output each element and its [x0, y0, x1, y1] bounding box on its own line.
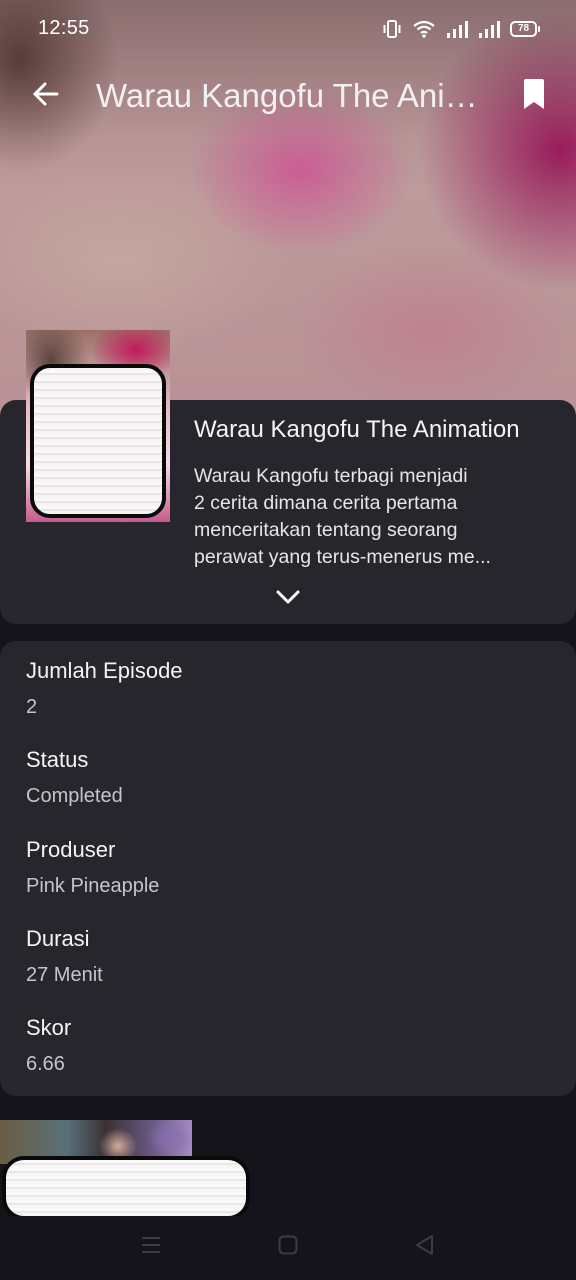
detail-label: Status: [26, 747, 89, 772]
back-triangle-icon: [414, 1234, 434, 1261]
detail-value: Pink Pineapple: [26, 875, 160, 897]
anime-synopsis[interactable]: Warau Kangofu terbagi menjadi 2 cerita d…: [194, 463, 550, 571]
detail-label: Skor: [26, 1015, 72, 1040]
detail-episodes: Jumlah Episode 2: [26, 657, 183, 720]
battery-tip: [538, 26, 540, 32]
status-time: 12:55: [38, 17, 90, 39]
detail-label: Jumlah Episode: [26, 658, 183, 683]
nav-home-button[interactable]: [270, 1232, 306, 1262]
menu-icon: [141, 1236, 161, 1259]
signal-icon: [478, 19, 500, 39]
detail-label: Durasi: [26, 926, 90, 951]
bookmark-icon: [522, 78, 546, 115]
detail-value: 27 Menit: [26, 964, 103, 986]
detail-value: Completed: [26, 785, 123, 807]
anime-poster[interactable]: [26, 330, 170, 522]
synopsis-line: Warau Kangofu terbagi menjadi: [194, 465, 468, 487]
detail-value: 6.66: [26, 1053, 65, 1075]
detail-producer: Produser Pink Pineapple: [26, 836, 159, 899]
expand-synopsis-button[interactable]: [268, 584, 308, 614]
synopsis-line: 2 cerita dimana cerita pertama: [194, 492, 458, 514]
detail-label: Produser: [26, 837, 116, 862]
detail-value: 2: [26, 696, 38, 718]
anime-details-card: Jumlah Episode 2 Status Completed Produs…: [0, 641, 576, 1096]
status-bar: 12:55 78: [0, 0, 576, 58]
nav-back-button[interactable]: [406, 1232, 442, 1262]
chevron-down-icon: [275, 589, 301, 610]
bookmark-button[interactable]: [512, 74, 556, 118]
poster-redaction: [30, 364, 166, 518]
battery-level: 78: [510, 21, 537, 37]
nav-menu-button[interactable]: [133, 1232, 169, 1262]
back-button[interactable]: [22, 74, 70, 118]
related-thumbnail[interactable]: [0, 1120, 250, 1222]
signal-icon: [446, 19, 468, 39]
battery-icon: 78: [510, 21, 540, 37]
arrow-left-icon: [32, 80, 60, 113]
anime-title: Warau Kangofu The Animation: [194, 416, 520, 443]
wifi-icon: [412, 19, 436, 39]
app-bar: Warau Kangofu The Animation: [0, 62, 576, 130]
detail-score: Skor 6.66: [26, 1014, 71, 1077]
vibrate-icon: [382, 19, 402, 39]
anime-detail-screen: 12:55 78 Warau Kangofu The Anima Warau K…: [0, 0, 576, 1280]
system-nav-bar: [0, 1216, 576, 1280]
detail-status: Status Completed: [26, 746, 123, 809]
synopsis-line: perawat yang terus-menerus me...: [194, 546, 491, 568]
app-bar-title: Warau Kangofu The Animation: [96, 77, 496, 114]
detail-duration: Durasi 27 Menit: [26, 925, 103, 988]
home-square-icon: [278, 1235, 298, 1260]
thumbnail-redaction: [2, 1156, 250, 1220]
synopsis-line: menceritakan tentang seorang: [194, 519, 458, 541]
status-icons: 78: [382, 17, 540, 41]
